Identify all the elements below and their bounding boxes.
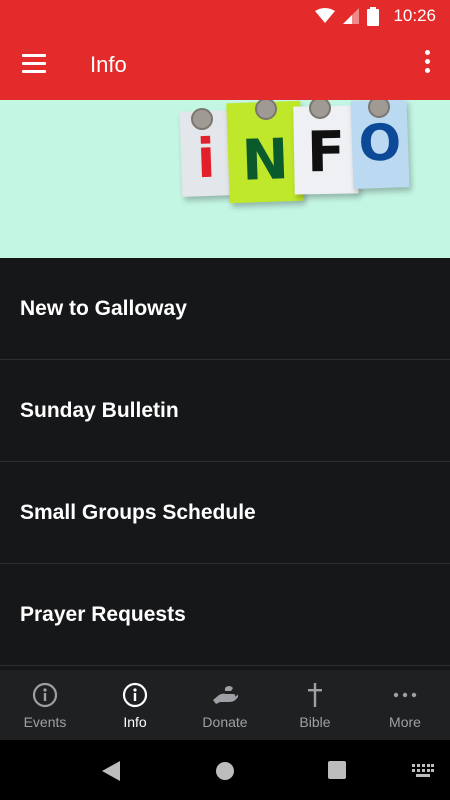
page-title: Info	[90, 52, 127, 77]
info-circle-icon	[122, 682, 148, 708]
recents-icon[interactable]	[328, 761, 346, 779]
status-time: 10:26	[393, 6, 436, 25]
app-bar: Info	[0, 32, 450, 100]
tab-events[interactable]: Events	[0, 670, 90, 740]
tab-donate[interactable]: Donate	[180, 670, 270, 740]
info-banner: i N F O	[0, 100, 450, 258]
donate-hand-icon	[211, 682, 239, 708]
cross-icon	[306, 682, 324, 708]
menu-item-prayer-requests[interactable]: Prayer Requests	[0, 564, 450, 666]
info-circle-icon	[32, 682, 58, 708]
overflow-menu-icon[interactable]	[422, 50, 432, 80]
menu-item-new-to-galloway[interactable]: New to Galloway	[0, 258, 450, 360]
menu-item-label: Small Groups Schedule	[20, 500, 256, 524]
keyboard-icon[interactable]	[412, 764, 434, 778]
menu-item-label: Prayer Requests	[20, 602, 186, 626]
tab-label: Donate	[202, 714, 248, 730]
bottom-tab-bar: Events Info Donate Bible More	[0, 670, 450, 740]
banner-letter-n: N	[240, 127, 290, 194]
tab-label: Info	[123, 714, 147, 730]
menu-item-label: Sunday Bulletin	[20, 398, 179, 422]
tab-more[interactable]: More	[360, 670, 450, 740]
tab-label: Bible	[299, 714, 331, 730]
more-dots-icon	[392, 682, 418, 708]
pushpin-icon	[191, 108, 213, 130]
tab-info[interactable]: Info	[90, 670, 180, 740]
banner-letter-o: O	[357, 113, 403, 173]
back-icon[interactable]	[102, 761, 120, 781]
menu-item-sunday-bulletin[interactable]: Sunday Bulletin	[0, 360, 450, 462]
banner-letter-i: i	[195, 126, 217, 191]
menu-item-small-groups-schedule[interactable]: Small Groups Schedule	[0, 462, 450, 564]
tab-label: Events	[23, 714, 67, 730]
tab-bible[interactable]: Bible	[270, 670, 360, 740]
info-menu-list: New to Galloway Sunday Bulletin Small Gr…	[0, 258, 450, 666]
status-icons: 10:26	[315, 6, 436, 26]
wifi-icon	[315, 8, 336, 23]
home-icon[interactable]	[215, 761, 235, 781]
banner-card-f: F	[293, 105, 359, 195]
cellular-signal-icon	[343, 8, 360, 24]
hamburger-menu-icon[interactable]	[22, 54, 48, 78]
status-bar: 10:26	[0, 0, 450, 32]
battery-icon	[367, 6, 380, 26]
menu-item-label: New to Galloway	[20, 296, 187, 320]
banner-letter-f: F	[306, 119, 346, 186]
tab-label: More	[389, 714, 421, 730]
system-nav-bar	[0, 740, 450, 800]
